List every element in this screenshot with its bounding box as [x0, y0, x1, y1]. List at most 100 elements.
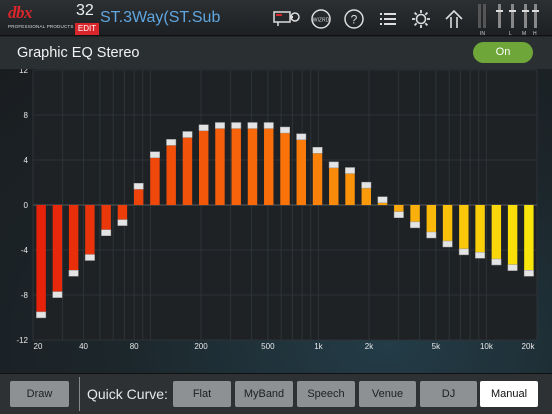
preset-number[interactable]: 32 — [76, 2, 94, 20]
eq-bar[interactable] — [215, 128, 225, 206]
eq-handle[interactable] — [523, 270, 534, 277]
eq-graph[interactable]: 12 8 4 0 -4 -8 -12 20 40 80 200 500 1k 2k 5k 10k 20k — [0, 69, 552, 373]
eq-handle[interactable] — [280, 126, 290, 134]
eq-handle[interactable] — [84, 254, 95, 261]
eq-band-1k[interactable] — [312, 147, 323, 205]
eq-handle[interactable] — [328, 161, 339, 169]
eq-handle[interactable] — [507, 264, 518, 271]
eq-band-12.5k[interactable] — [491, 205, 502, 266]
eq-handle[interactable] — [426, 231, 437, 239]
eq-band-200[interactable] — [198, 124, 209, 205]
eq-band-16k[interactable] — [507, 205, 518, 271]
eq-bar[interactable] — [117, 205, 128, 220]
eq-bar[interactable] — [280, 133, 290, 205]
eq-band-10k[interactable] — [475, 205, 486, 259]
eq-handle[interactable] — [491, 258, 502, 266]
eq-handle[interactable] — [52, 291, 63, 298]
eq-handle[interactable] — [36, 311, 47, 319]
eq-bar[interactable] — [442, 205, 453, 241]
eq-bar[interactable] — [198, 130, 209, 205]
eq-band-315[interactable] — [231, 122, 242, 206]
eq-handle[interactable] — [393, 211, 404, 218]
eq-bar[interactable] — [345, 173, 355, 206]
eq-band-8k[interactable] — [458, 205, 469, 256]
curve-button-flat[interactable]: Flat — [173, 381, 231, 407]
eq-bar[interactable] — [247, 128, 258, 206]
eq-handle[interactable] — [442, 240, 453, 248]
eq-bar[interactable] — [312, 153, 323, 205]
curve-button-dj[interactable]: DJ — [420, 381, 477, 407]
eq-bar[interactable] — [36, 205, 46, 312]
eq-bar[interactable] — [296, 139, 306, 205]
eq-handle[interactable] — [345, 167, 355, 174]
eq-bar[interactable] — [52, 205, 63, 292]
eq-band-20k[interactable] — [523, 205, 534, 277]
eq-bar[interactable] — [459, 205, 469, 249]
eq-handle[interactable] — [263, 122, 274, 129]
eq-bar[interactable] — [491, 205, 502, 259]
eq-chart[interactable]: 12840-4-8-1220 40 80 200 500 1k 2k 5k 10k 20k — [0, 69, 552, 373]
eq-handle[interactable] — [215, 122, 225, 129]
eq-bar[interactable] — [101, 205, 111, 230]
eq-on-toggle[interactable]: On — [473, 42, 533, 63]
curve-button-manual[interactable]: Manual — [480, 381, 538, 407]
eq-band-25[interactable] — [52, 205, 63, 298]
eq-band-125[interactable] — [166, 139, 177, 205]
eq-bar[interactable] — [150, 157, 160, 205]
eq-bar[interactable] — [329, 167, 339, 205]
eq-bar[interactable] — [133, 189, 144, 205]
eq-handle[interactable] — [68, 270, 79, 277]
eq-band-3.15k[interactable] — [393, 205, 404, 218]
eq-band-50[interactable] — [101, 205, 112, 236]
curve-button-myband[interactable]: MyBand — [235, 381, 293, 407]
eq-bar[interactable] — [85, 205, 95, 255]
eq-band-800[interactable] — [296, 133, 307, 205]
list-icon[interactable] — [378, 8, 398, 30]
wizard-icon[interactable] — [273, 8, 303, 30]
eq-band-63[interactable] — [117, 205, 128, 226]
eq-bar[interactable] — [475, 205, 485, 253]
eq-band-400[interactable] — [247, 122, 258, 206]
eq-bar[interactable] — [524, 205, 534, 271]
eq-band-20[interactable] — [36, 205, 47, 319]
help-icon[interactable]: ? — [343, 8, 365, 30]
eq-bar[interactable] — [182, 137, 193, 206]
eq-band-500[interactable] — [263, 122, 274, 206]
eq-bar[interactable] — [507, 205, 518, 265]
eq-band-40[interactable] — [84, 205, 95, 261]
eq-handle[interactable] — [377, 196, 388, 203]
eq-band-630[interactable] — [280, 126, 290, 205]
eq-band-4k[interactable] — [410, 205, 421, 229]
eq-band-1.6k[interactable] — [345, 167, 355, 206]
wizard-button-icon[interactable]: WIZRD — [310, 8, 332, 30]
curve-button-venue[interactable]: Venue — [359, 381, 416, 407]
eq-band-31.5[interactable] — [68, 205, 79, 277]
eq-band-160[interactable] — [182, 131, 193, 206]
eq-band-80[interactable] — [133, 183, 144, 205]
eq-handle[interactable] — [475, 252, 486, 259]
eq-handle[interactable] — [149, 151, 160, 158]
meters-icon[interactable]: IN L M H — [474, 2, 542, 36]
eq-handle[interactable] — [133, 183, 144, 190]
eq-handle[interactable] — [458, 248, 469, 256]
eq-bar[interactable] — [264, 128, 274, 206]
eq-band-250[interactable] — [215, 122, 225, 206]
eq-bar[interactable] — [426, 205, 437, 232]
eq-bar[interactable] — [410, 205, 420, 222]
eq-band-5k[interactable] — [426, 205, 437, 239]
eq-bar[interactable] — [166, 145, 176, 205]
eq-band-1.25k[interactable] — [328, 161, 339, 205]
eq-handle[interactable] — [231, 122, 242, 129]
eq-handle[interactable] — [198, 124, 209, 131]
eq-handle[interactable] — [296, 133, 307, 140]
eq-bar[interactable] — [394, 205, 404, 212]
home-icon[interactable] — [443, 8, 465, 30]
eq-handle[interactable] — [361, 181, 372, 189]
eq-bar[interactable] — [361, 188, 372, 205]
eq-handle[interactable] — [101, 229, 112, 236]
eq-band-6.3k[interactable] — [442, 205, 453, 248]
settings-icon[interactable] — [410, 8, 432, 30]
eq-handle[interactable] — [166, 139, 177, 146]
eq-handle[interactable] — [247, 122, 258, 129]
eq-bar[interactable] — [231, 128, 241, 206]
